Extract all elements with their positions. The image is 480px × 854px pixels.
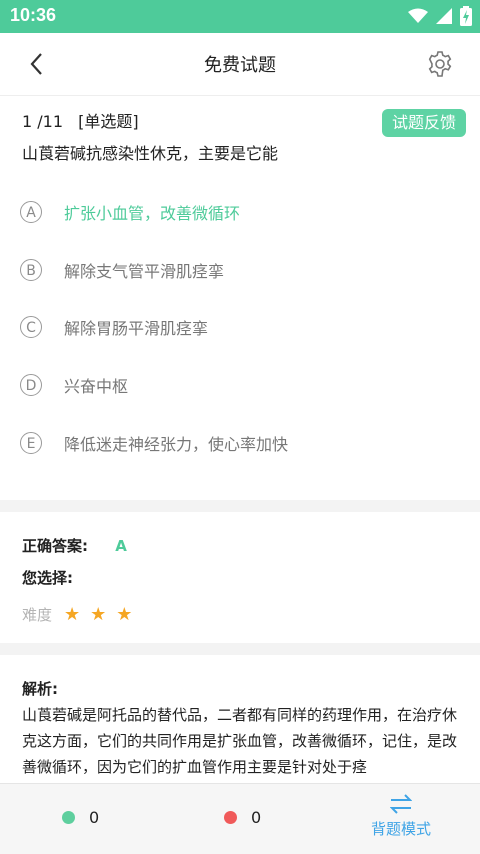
correct-answer-row: 正确答案: A	[22, 535, 127, 556]
section-divider	[0, 643, 480, 655]
option-d[interactable]: D 兴奋中枢	[20, 370, 128, 400]
correct-count: 0	[62, 808, 99, 827]
status-icons	[408, 6, 472, 26]
option-letter: C	[20, 316, 42, 338]
correct-dot-icon	[62, 811, 75, 824]
wrong-count: 0	[224, 808, 261, 827]
mode-label: 背题模式	[370, 820, 431, 838]
wrong-dot-icon	[224, 811, 237, 824]
wrong-count-value: 0	[251, 808, 262, 827]
page-title: 免费试题	[204, 55, 276, 76]
status-bar: 10:36	[0, 0, 480, 33]
your-choice-row: 您选择:	[22, 567, 73, 588]
swap-icon	[390, 794, 412, 814]
correct-answer-label: 正确答案:	[22, 537, 88, 555]
option-c[interactable]: C 解除胃肠平滑肌痉挛	[20, 312, 208, 342]
difficulty-label: 难度	[22, 606, 53, 624]
option-letter: E	[20, 432, 42, 454]
question-index: 1 /11	[22, 112, 64, 131]
memorize-mode-button[interactable]: 背题模式	[360, 794, 442, 839]
question-type: [单选题]	[78, 112, 139, 131]
gear-icon[interactable]	[426, 50, 454, 78]
correct-count-value: 0	[89, 808, 100, 827]
app-header: 免费试题	[0, 33, 480, 96]
option-text: 解除胃肠平滑肌痉挛	[64, 319, 209, 338]
status-time: 10:36	[10, 5, 57, 25]
option-text: 解除支气管平滑肌痉挛	[64, 262, 225, 281]
option-b[interactable]: B 解除支气管平滑肌痉挛	[20, 255, 224, 285]
bottom-bar: 0 0 背题模式	[0, 783, 480, 854]
option-letter: D	[20, 374, 42, 396]
correct-answer-value: A	[115, 537, 127, 555]
wifi-icon	[408, 8, 428, 23]
signal-icon	[436, 8, 452, 24]
option-letter: B	[20, 259, 42, 281]
question-text: 山莨菪碱抗感染性休克，主要是它能	[22, 144, 279, 163]
section-divider	[0, 500, 480, 512]
your-choice-label: 您选择:	[22, 569, 73, 587]
option-e[interactable]: E 降低迷走神经张力，使心率加快	[20, 428, 288, 458]
analysis-title: 解析:	[22, 680, 58, 698]
analysis-text: 山莨菪碱是阿托品的替代品，二者都有同样的药理作用，在治疗休克这方面，它们的共同作…	[22, 706, 458, 776]
feedback-button[interactable]: 试题反馈	[381, 109, 466, 137]
option-a[interactable]: A 扩张小血管，改善微循环	[20, 197, 240, 227]
battery-icon	[460, 6, 472, 26]
difficulty-stars: ★★★	[64, 604, 143, 625]
option-text: 扩张小血管，改善微循环	[64, 204, 241, 223]
option-text: 兴奋中枢	[64, 377, 129, 396]
option-text: 降低迷走神经张力，使心率加快	[64, 435, 289, 454]
difficulty-row: 难度 ★★★	[22, 604, 142, 625]
question-header: 1 /11 [单选题]	[22, 108, 139, 132]
option-letter: A	[20, 201, 42, 223]
